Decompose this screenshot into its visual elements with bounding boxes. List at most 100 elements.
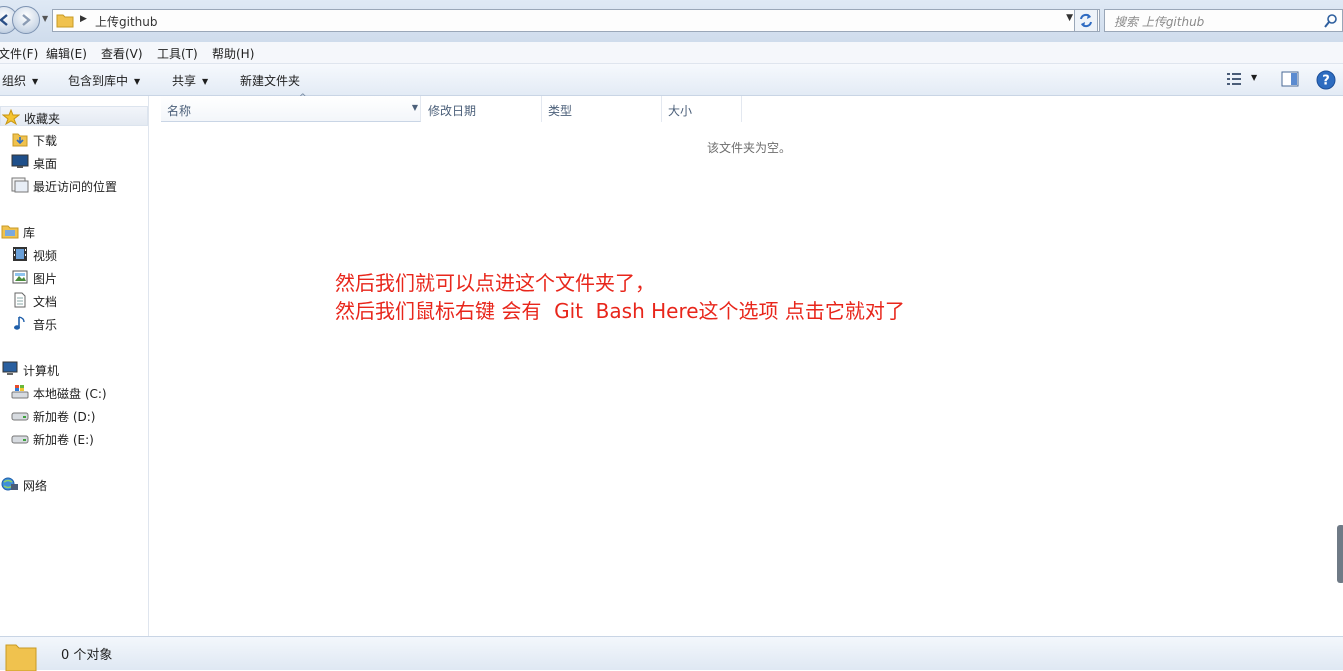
column-header-size[interactable]: 大小 — [662, 96, 742, 122]
nav-recent-places-label: 最近访问的位置 — [33, 180, 118, 194]
nav-favorites-label: 收藏夹 — [24, 112, 61, 126]
share-label: 共享 — [172, 74, 197, 88]
network-icon — [1, 477, 18, 491]
column-filter-dropdown-icon[interactable]: ▼ — [412, 103, 418, 112]
forward-arrow-icon — [22, 14, 31, 26]
column-modified-label: 修改日期 — [428, 104, 477, 118]
status-bar: 0 个对象 — [0, 636, 1343, 671]
include-in-library-button[interactable]: 包含到库中 ▼ — [68, 72, 140, 89]
annotation-line-2: 然后我们鼠标右键 会有 Git Bash Here这个选项 点击它就对了 — [335, 299, 905, 323]
view-options-icon[interactable] — [1226, 72, 1244, 86]
nav-network-label: 网络 — [23, 479, 48, 493]
tutorial-annotation: 然后我们就可以点进这个文件夹了， 然后我们鼠标右键 会有 Git Bash He… — [335, 269, 905, 325]
nav-pictures[interactable]: 图片 — [0, 267, 148, 287]
nav-drive-e-label: 新加卷 (E:) — [33, 433, 94, 447]
nav-favorites[interactable]: 收藏夹 — [0, 106, 148, 126]
nav-drive-d[interactable]: 新加卷 (D:) — [0, 405, 148, 425]
recent-pages-dropdown[interactable]: ▼ — [42, 14, 48, 23]
pictures-icon — [12, 270, 28, 284]
menu-tools[interactable]: 工具(T) — [157, 45, 198, 62]
organize-label: 组织 — [2, 74, 27, 88]
nav-downloads-label: 下载 — [33, 134, 58, 148]
nav-desktop[interactable]: 桌面 — [0, 152, 148, 172]
nav-pictures-label: 图片 — [33, 272, 58, 286]
command-bar: 组织 ▼ 包含到库中 ▼ 共享 ▼ 新建文件夹 ▼ ? — [0, 64, 1343, 96]
nav-desktop-label: 桌面 — [33, 157, 58, 171]
column-header-type[interactable]: 类型 — [542, 96, 662, 122]
refresh-button[interactable] — [1074, 9, 1098, 32]
drive-icon — [11, 412, 29, 421]
navigation-pane: 收藏夹 下载 桌面 最近访问的位置 库 视频 图片 文档 音乐 计算机 本地磁盘… — [0, 96, 149, 636]
downloads-folder-icon — [12, 133, 28, 147]
computer-icon — [2, 361, 18, 375]
new-folder-button[interactable]: 新建文件夹 — [240, 72, 300, 89]
nav-documents-label: 文档 — [33, 295, 58, 309]
chevron-down-icon: ▼ — [134, 77, 141, 86]
menu-view[interactable]: 查看(V) — [101, 45, 143, 62]
sort-ascending-icon: ^ — [299, 93, 307, 103]
drive-icon — [11, 435, 29, 444]
folder-icon — [5, 644, 37, 671]
file-list-pane: 名称 ^ ▼ 修改日期 类型 大小 该文件夹为空。 然后我们就可以点进这个文件夹… — [149, 93, 1343, 636]
column-header-date-modified[interactable]: 修改日期 — [422, 96, 542, 122]
refresh-icon — [1080, 13, 1092, 28]
svg-text:?: ? — [1322, 74, 1330, 89]
menu-bar: 文件(F) 编辑(E) 查看(V) 工具(T) 帮助(H) — [0, 42, 1343, 64]
star-icon — [2, 109, 20, 125]
menu-help[interactable]: 帮助(H) — [212, 45, 254, 62]
empty-folder-message: 该文件夹为空。 — [707, 141, 792, 155]
chevron-down-icon: ▼ — [32, 77, 39, 86]
system-drive-icon — [11, 385, 29, 399]
nav-documents[interactable]: 文档 — [0, 290, 148, 310]
chevron-down-icon: ▼ — [202, 77, 209, 86]
desktop-icon — [11, 154, 29, 168]
nav-drive-e[interactable]: 新加卷 (E:) — [0, 428, 148, 448]
search-icon[interactable] — [1324, 14, 1338, 28]
search-placeholder: 搜索 上传github — [1114, 15, 1205, 29]
share-button[interactable]: 共享 ▼ — [172, 72, 208, 89]
folder-icon — [56, 14, 74, 28]
nav-computer[interactable]: 计算机 — [0, 359, 148, 379]
nav-music-label: 音乐 — [33, 318, 58, 332]
libraries-icon — [1, 225, 19, 239]
include-in-library-label: 包含到库中 — [68, 74, 129, 88]
nav-downloads[interactable]: 下载 — [0, 129, 148, 149]
back-arrow-icon — [0, 14, 8, 26]
nav-drive-d-label: 新加卷 (D:) — [33, 410, 96, 424]
documents-icon — [14, 292, 26, 308]
breadcrumb-path[interactable]: 上传github — [95, 13, 158, 30]
column-size-label: 大小 — [668, 104, 693, 118]
nav-recent-places[interactable]: 最近访问的位置 — [0, 175, 148, 195]
search-input[interactable]: 搜索 上传github — [1104, 9, 1343, 32]
nav-computer-label: 计算机 — [23, 364, 60, 378]
nav-drive-c-label: 本地磁盘 (C:) — [33, 387, 107, 401]
preview-pane-icon[interactable] — [1281, 71, 1299, 87]
nav-libraries[interactable]: 库 — [0, 221, 148, 241]
forward-button[interactable] — [12, 6, 40, 34]
music-icon — [14, 316, 25, 330]
address-input[interactable]: ▶ 上传github ▼ — [52, 9, 1100, 32]
view-options-dropdown-icon[interactable]: ▼ — [1251, 73, 1257, 82]
column-header-name[interactable]: 名称 ^ ▼ — [161, 93, 421, 122]
annotation-line-1: 然后我们就可以点进这个文件夹了， — [335, 271, 655, 295]
nav-libraries-label: 库 — [23, 226, 36, 240]
window-edge-grip — [1337, 525, 1343, 583]
nav-drive-c[interactable]: 本地磁盘 (C:) — [0, 382, 148, 402]
help-icon[interactable]: ? — [1316, 70, 1336, 90]
nav-videos[interactable]: 视频 — [0, 244, 148, 264]
menu-edit[interactable]: 编辑(E) — [46, 45, 87, 62]
column-name-label: 名称 — [167, 104, 192, 118]
recent-places-icon — [11, 177, 29, 193]
nav-network[interactable]: 网络 — [0, 474, 148, 494]
column-header-row: 名称 ^ ▼ 修改日期 类型 大小 — [149, 93, 743, 122]
address-bar: ▼ ▶ 上传github ▼ 搜索 上传github — [0, 0, 1343, 42]
menu-file[interactable]: 文件(F) — [0, 45, 38, 62]
organize-button[interactable]: 组织 ▼ — [2, 72, 38, 89]
nav-music[interactable]: 音乐 — [0, 313, 148, 333]
item-count: 0 个对象 — [61, 648, 113, 663]
breadcrumb-separator-icon[interactable]: ▶ — [80, 14, 87, 24]
address-history-dropdown-icon[interactable]: ▼ — [1066, 13, 1073, 23]
videos-icon — [13, 247, 27, 261]
nav-videos-label: 视频 — [33, 249, 58, 263]
column-type-label: 类型 — [548, 104, 573, 118]
